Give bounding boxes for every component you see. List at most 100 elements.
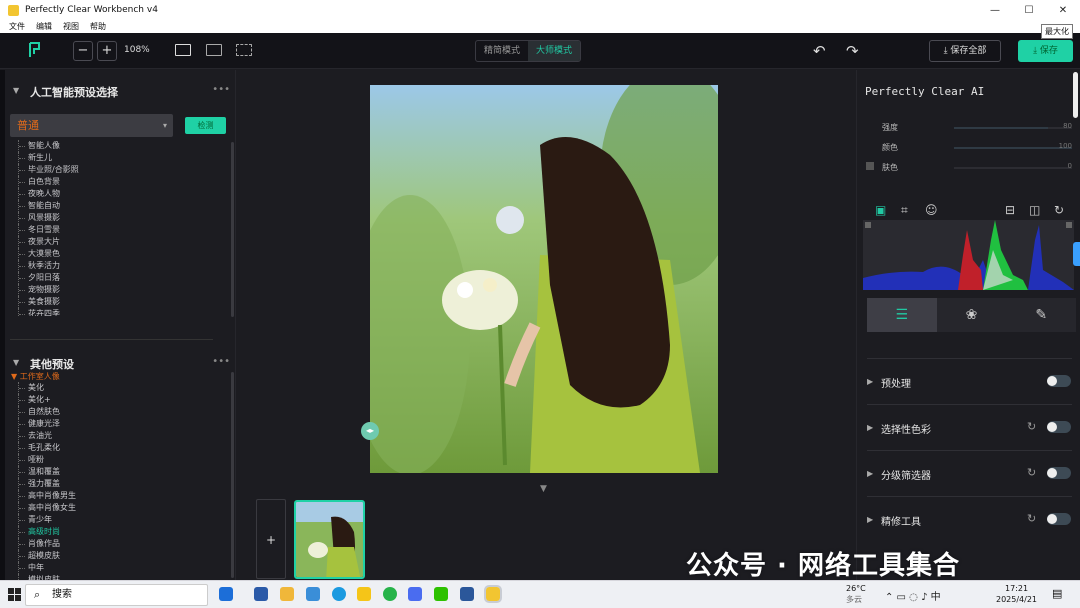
menu-view[interactable]: 视图	[63, 20, 79, 33]
preset-item[interactable]: 哑粉	[18, 454, 76, 466]
minimize-button[interactable]: —	[978, 0, 1012, 20]
preset-item[interactable]: 美食摄影	[18, 296, 79, 308]
compare-slider-handle[interactable]: ◂▸	[361, 422, 379, 440]
preset-item[interactable]: 夕阳日落	[18, 272, 79, 284]
preset-item[interactable]: 去油光	[18, 430, 76, 442]
section-selective-color[interactable]: ▶ 选择性色彩 ↻	[867, 404, 1072, 450]
preset-item[interactable]: 高级时尚	[18, 526, 76, 538]
section-retouch-tools[interactable]: ▶ 精修工具 ↻	[867, 496, 1072, 542]
single-view-icon[interactable]	[175, 44, 191, 56]
zoom-out-button[interactable]: −	[73, 41, 93, 61]
section-graduated-filter[interactable]: ▶ 分级筛选器 ↻	[867, 450, 1072, 496]
save-button[interactable]: ⤓ 保存	[1018, 40, 1073, 62]
preset-item[interactable]: 中年	[18, 562, 76, 574]
rotate-icon[interactable]: ↻	[1054, 203, 1064, 217]
other-more-icon[interactable]: •••	[212, 356, 230, 367]
preset-item[interactable]: 自然肤色	[18, 406, 76, 418]
main-photo[interactable]	[370, 85, 718, 473]
preset-item[interactable]: 智能自动	[18, 200, 79, 212]
preprocess-toggle[interactable]	[1047, 375, 1071, 387]
image-icon[interactable]: ▣	[875, 203, 886, 217]
preset-item[interactable]: 白色背景	[18, 176, 79, 188]
notification-icon[interactable]: ▤	[1052, 587, 1062, 600]
app-icon-3[interactable]	[383, 587, 397, 601]
skin-checkbox[interactable]	[866, 162, 874, 170]
reset-icon[interactable]: ↻	[1027, 420, 1036, 433]
studio-portrait-group[interactable]: ▼ 工作室人像	[11, 371, 60, 382]
app-icon-4[interactable]	[408, 587, 422, 601]
clock[interactable]: 17:21 2025/4/21	[996, 583, 1037, 605]
split-view-icon[interactable]	[206, 44, 222, 56]
reset-icon[interactable]: ↻	[1027, 466, 1036, 479]
strength-slider[interactable]: 强度 80	[882, 122, 1072, 133]
detect-button[interactable]: 检测	[185, 117, 226, 134]
retouch-tools-toggle[interactable]	[1047, 513, 1071, 525]
star-app-icon[interactable]	[357, 587, 371, 601]
maximize-button[interactable]: ☐	[1012, 0, 1046, 20]
preset-item[interactable]: 健康光泽	[18, 418, 76, 430]
crop-icon[interactable]: ⌗	[901, 203, 908, 218]
color-slider[interactable]: 颜色 100	[882, 142, 1072, 153]
preset-item[interactable]: 花卉四季	[18, 308, 79, 316]
preset-item[interactable]: 青少年	[18, 514, 76, 526]
style-tab[interactable]: ❀	[937, 298, 1007, 332]
ime-indicator[interactable]: 中	[931, 592, 941, 603]
preset-item[interactable]: 大漠景色	[18, 248, 79, 260]
preset-item[interactable]: 风景摄影	[18, 212, 79, 224]
mode-simple-tab[interactable]: 精简模式	[476, 41, 528, 61]
thumbnail-image[interactable]	[294, 500, 365, 579]
skin-slider[interactable]: 肤色 0	[882, 162, 1072, 173]
preset-item[interactable]: 毛孔柔化	[18, 442, 76, 454]
app-icon-2[interactable]	[306, 587, 320, 601]
preset-item[interactable]: 高中肖像男生	[18, 490, 76, 502]
selective-color-toggle[interactable]	[1047, 421, 1071, 433]
menu-edit[interactable]: 编辑	[36, 20, 52, 33]
right-scrollbar[interactable]	[1073, 72, 1078, 118]
preset-item[interactable]: 美化	[18, 382, 76, 394]
graduated-filter-toggle[interactable]	[1047, 467, 1071, 479]
redo-icon[interactable]: ↷	[846, 42, 859, 60]
side-panel-tab[interactable]	[1073, 242, 1080, 266]
ai-more-icon[interactable]: •••	[212, 84, 230, 95]
retouch-tab[interactable]: ✎	[1006, 298, 1076, 332]
preset-item[interactable]: 秋季活力	[18, 260, 79, 272]
section-preprocess[interactable]: ▶ 预处理	[867, 358, 1072, 404]
wechat-icon[interactable]	[434, 587, 448, 601]
preset-item[interactable]: 强力覆盖	[18, 478, 76, 490]
app-icon-1[interactable]	[254, 587, 268, 601]
preset-item[interactable]: 宠物摄影	[18, 284, 79, 296]
flip-vertical-icon[interactable]: ⊟	[1005, 203, 1015, 217]
collapse-ai-icon[interactable]: ▼	[13, 86, 19, 95]
flip-horizontal-icon[interactable]: ◫	[1029, 203, 1040, 217]
preset-select[interactable]: 普通 ▾	[10, 114, 173, 137]
weather-widget[interactable]: 26°C 多云	[846, 583, 866, 605]
adjust-tab[interactable]: ☰	[867, 298, 937, 332]
save-all-button[interactable]: ⤓ 保存全部	[929, 40, 1001, 62]
collapse-other-icon[interactable]: ▼	[13, 358, 19, 367]
preset-item[interactable]: 温和覆盖	[18, 466, 76, 478]
preset-item[interactable]: 夜景大片	[18, 236, 79, 248]
face-icon[interactable]: ☺	[925, 203, 938, 217]
preset-item[interactable]: 肖像作品	[18, 538, 76, 550]
ie-icon[interactable]	[219, 587, 233, 601]
preset-item[interactable]: 毕业照/合影照	[18, 164, 79, 176]
undo-icon[interactable]: ↶	[813, 42, 826, 60]
preset-item[interactable]: 美化+	[18, 394, 76, 406]
file-explorer-icon[interactable]	[280, 587, 294, 601]
ai-list-scrollbar[interactable]	[231, 142, 234, 317]
filmstrip-toggle-icon[interactable]: ▼	[540, 484, 547, 494]
preset-item[interactable]: 超模皮肤	[18, 550, 76, 562]
menu-help[interactable]: 帮助	[90, 20, 106, 33]
add-image-button[interactable]: +	[256, 499, 286, 579]
windows-start-icon[interactable]	[8, 588, 21, 601]
perfectly-clear-taskbar-icon[interactable]	[484, 585, 502, 603]
menu-file[interactable]: 文件	[9, 20, 25, 33]
word-icon[interactable]	[460, 587, 474, 601]
taskbar-search[interactable]: ⌕ 搜索	[25, 584, 208, 606]
close-button[interactable]: ✕	[1046, 0, 1080, 20]
preset-item[interactable]: 冬日雪景	[18, 224, 79, 236]
preset-item[interactable]: 智能人像	[18, 140, 79, 152]
crop-view-icon[interactable]	[236, 44, 252, 56]
mode-master-tab[interactable]: 大师模式	[528, 41, 581, 61]
zoom-in-button[interactable]: +	[97, 41, 117, 61]
